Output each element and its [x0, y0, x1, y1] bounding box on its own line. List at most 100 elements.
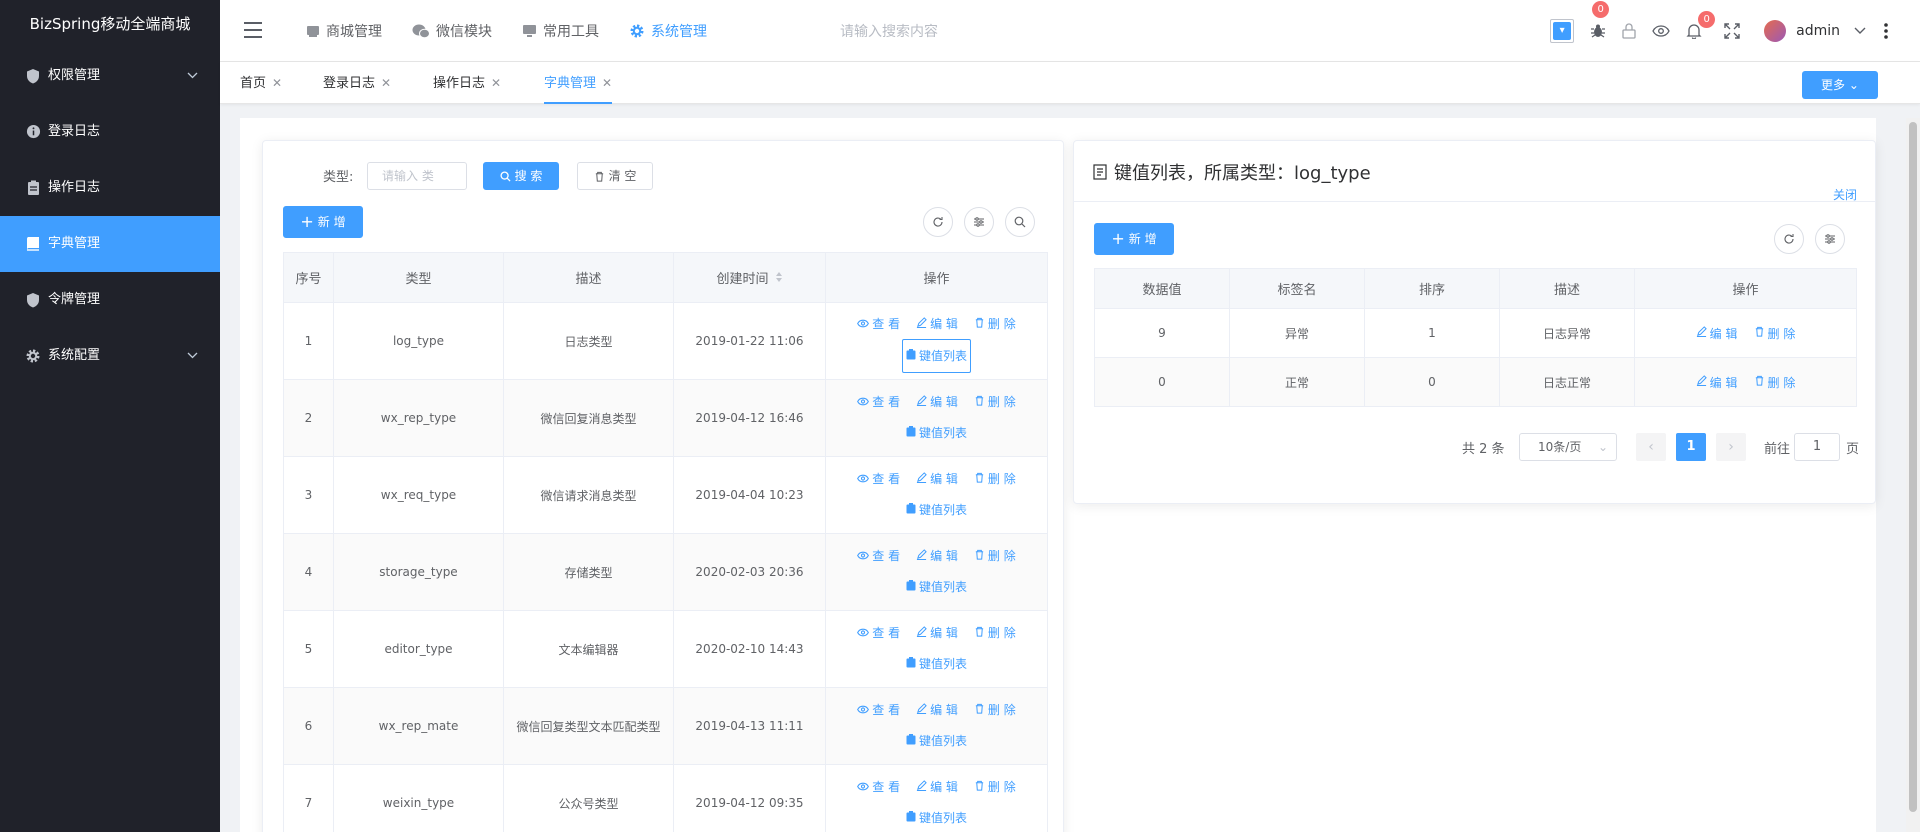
refresh-button[interactable]	[923, 207, 953, 237]
sidebar-item-5[interactable]: 系统配置	[0, 328, 220, 384]
view-button[interactable]: 查 看	[857, 541, 900, 571]
edit-label: 编 辑	[930, 780, 958, 794]
more-vert-icon[interactable]	[1884, 23, 1888, 39]
view-button[interactable]: 查 看	[857, 772, 900, 802]
view-button[interactable]: 查 看	[857, 464, 900, 494]
tab-0[interactable]: 首页 ✕	[240, 62, 282, 104]
delete-button[interactable]: 删 除	[974, 464, 1016, 494]
prev-page-button[interactable]: ‹	[1636, 433, 1666, 461]
add-button[interactable]: + 新 增	[283, 206, 363, 238]
kv-list-button[interactable]: 键值列表	[903, 802, 970, 832]
delete-button[interactable]: 删 除	[974, 309, 1016, 339]
shop-icon	[306, 24, 320, 38]
kv-list-button[interactable]: 键值列表	[903, 571, 970, 603]
table-row[interactable]: 2 wx_rep_type 微信回复消息类型 2019-04-12 16:46 查 看 编…	[283, 379, 1048, 457]
sidebar-item-0[interactable]: 权限管理	[0, 48, 220, 104]
column-header: 操作	[1634, 268, 1857, 309]
tab-2[interactable]: 操作日志 ✕	[433, 62, 501, 104]
delete-button[interactable]: 删 除	[1754, 374, 1795, 391]
clear-button[interactable]: 清 空	[577, 162, 653, 190]
delete-button[interactable]: 删 除	[974, 695, 1016, 725]
delete-button[interactable]: 删 除	[974, 387, 1016, 417]
view-button[interactable]: 查 看	[857, 695, 900, 725]
delete-button[interactable]: 删 除	[974, 541, 1016, 571]
dict-value-table: 数据值 标签名 排序 描述 操作 9 异常 1 日志异常编 辑删 除 0 正常 0 日志正常编 辑删 …	[1094, 268, 1857, 407]
value-column-settings-button[interactable]	[1815, 224, 1845, 254]
table-row[interactable]: 7 weixin_type 公众号类型 2019-04-12 09:35 查 看 编 辑 删…	[283, 764, 1048, 832]
edit-button[interactable]: 编 辑	[916, 309, 958, 339]
add-value-button[interactable]: + 新 增	[1094, 223, 1174, 255]
refresh-values-button[interactable]	[1774, 224, 1804, 254]
page-size-select[interactable]: 10条/页 ⌄	[1519, 433, 1617, 461]
eye-icon	[857, 387, 870, 417]
column-header[interactable]: 创建时间	[673, 252, 826, 303]
close-icon[interactable]: ✕	[272, 76, 282, 90]
tab-3[interactable]: 字典管理 ✕	[544, 62, 613, 104]
topnav-item-0[interactable]: 商城管理	[306, 21, 382, 41]
table-row[interactable]: 1 log_type 日志类型 2019-01-22 11:06 查 看 编 辑 删 除键值…	[283, 302, 1048, 380]
more-button[interactable]: 更多 ⌄	[1802, 71, 1878, 99]
select-toggle[interactable]: ▾	[1550, 19, 1575, 43]
kv-list-button[interactable]: 键值列表	[903, 417, 970, 449]
edit-button[interactable]: 编 辑	[916, 541, 958, 571]
type-filter-input[interactable]: 请输入 类	[367, 162, 467, 190]
delete-button[interactable]: 删 除	[974, 772, 1016, 802]
page-scrollbar[interactable]	[1906, 118, 1920, 832]
view-button[interactable]: 查 看	[857, 618, 900, 648]
global-search-input[interactable]	[840, 20, 1100, 44]
bell-icon[interactable]: 0	[1686, 11, 1716, 39]
sidebar-item-4[interactable]: 令牌管理	[0, 272, 220, 328]
sidebar-item-1[interactable]: 登录日志	[0, 104, 220, 160]
page-number-current[interactable]: 1	[1676, 433, 1706, 461]
table-row[interactable]: 3 wx_req_type 微信请求消息类型 2019-04-04 10:23 查 看 编…	[283, 456, 1048, 534]
search-button[interactable]: 搜 索	[483, 162, 559, 190]
cell-type: editor_type	[333, 610, 504, 688]
table-row[interactable]: 9 异常 1 日志异常 编 辑 删 除	[1094, 308, 1857, 358]
edit-button[interactable]: 编 辑	[916, 772, 958, 802]
column-header: 描述	[1499, 268, 1635, 309]
sidebar-item-3[interactable]: 字典管理	[0, 216, 220, 272]
fullscreen-icon[interactable]	[1724, 23, 1740, 39]
view-button[interactable]: 查 看	[857, 387, 900, 417]
delete-button[interactable]: 删 除	[1754, 325, 1795, 342]
column-settings-button[interactable]	[964, 207, 994, 237]
topnav-item-label: 系统管理	[651, 24, 707, 40]
table-row[interactable]: 6 wx_rep_mate 微信回复类型文本匹配类型 2019-04-13 11:11…	[283, 687, 1048, 765]
kv-list-button[interactable]: 键值列表	[903, 725, 970, 757]
next-page-button[interactable]: ›	[1716, 433, 1746, 461]
sort-icon[interactable]	[775, 271, 783, 287]
close-icon[interactable]: ✕	[602, 76, 612, 90]
delete-label: 删 除	[987, 780, 1016, 794]
edit-button[interactable]: 编 辑	[1696, 374, 1738, 391]
close-icon[interactable]: ✕	[491, 76, 501, 90]
tabs-bar: 首页 ✕ 登录日志 ✕ 操作日志 ✕ 字典管理 ✕ 更多 ⌄	[220, 62, 1920, 104]
bug-icon[interactable]: 0	[1590, 1, 1610, 39]
tab-1[interactable]: 登录日志 ✕	[323, 62, 391, 104]
topnav-item-2[interactable]: 常用工具	[522, 21, 599, 41]
hamburger-icon[interactable]	[244, 21, 264, 43]
table-row[interactable]: 4 storage_type 存储类型 2020-02-03 20:36 查 看 编 辑 删…	[283, 533, 1048, 611]
goto-page-input[interactable]: 1	[1794, 433, 1840, 461]
close-icon[interactable]: ✕	[381, 76, 391, 90]
edit-button[interactable]: 编 辑	[916, 387, 958, 417]
kv-list-button[interactable]: 键值列表	[903, 648, 970, 680]
toggle-search-button[interactable]	[1005, 207, 1035, 237]
topnav-item-1[interactable]: 微信模块	[412, 21, 492, 41]
delete-button[interactable]: 删 除	[974, 618, 1016, 648]
sidebar-item-2[interactable]: 操作日志	[0, 160, 220, 216]
user-menu[interactable]: admin	[1764, 20, 1866, 42]
lock-icon[interactable]	[1622, 23, 1636, 39]
table-row[interactable]: 5 editor_type 文本编辑器 2020-02-10 14:43 查 看 编 辑 删…	[283, 610, 1048, 688]
view-button[interactable]: 查 看	[857, 309, 900, 339]
table-row[interactable]: 0 正常 0 日志正常编 辑删 除	[1094, 357, 1857, 407]
kv-list-button[interactable]: 键值列表	[901, 339, 971, 373]
edit-label: 编 辑	[930, 626, 958, 640]
kv-list-button[interactable]: 键值列表	[903, 494, 970, 526]
sidebar: BizSpring移动全端商城 权限管理 登录日志 操作日志 字典管理 令牌管理 系统配置	[0, 0, 220, 832]
edit-button[interactable]: 编 辑	[916, 695, 958, 725]
edit-button[interactable]: 编 辑	[1696, 325, 1738, 342]
topnav-item-3[interactable]: 系统管理	[629, 21, 707, 41]
eye-icon[interactable]	[1652, 25, 1670, 37]
edit-button[interactable]: 编 辑	[916, 464, 958, 494]
edit-button[interactable]: 编 辑	[916, 618, 958, 648]
